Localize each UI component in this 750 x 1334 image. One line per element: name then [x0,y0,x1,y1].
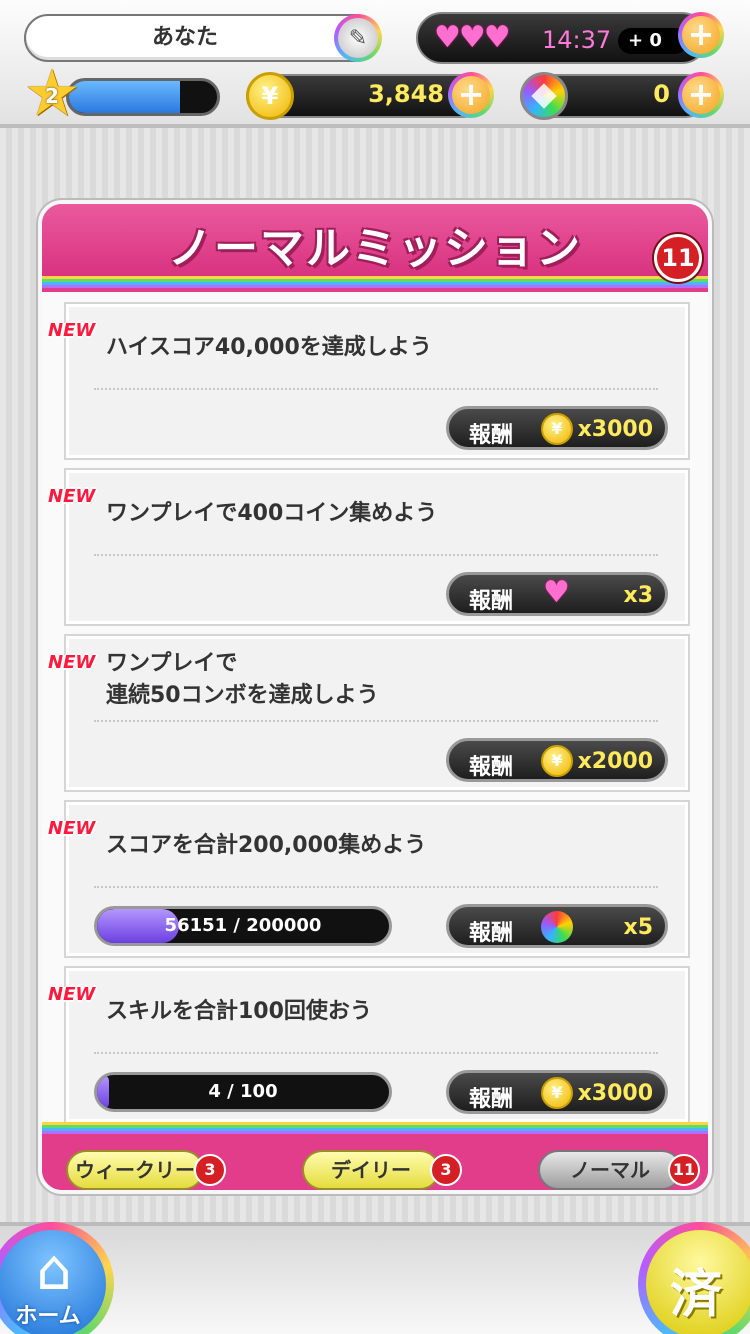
reward-label: 報酬 [469,921,514,946]
add-lives-button[interactable]: + [678,12,724,58]
tab-label: ノーマル [570,1158,650,1182]
top-status-bar: あなた ✎ ♥♥♥ 14:37 + 0 + ★ ★ 2 ¥ 3,848 + 0 … [0,0,750,128]
tab-weekly[interactable]: ウィークリー [66,1150,204,1190]
tab-label: ウィークリー [75,1158,195,1182]
claim-all-label: 済 [669,1265,722,1325]
xp-progress-fill [69,81,180,113]
gem-count: 0 [653,80,670,108]
mission-progress-bar: 4 / 100 [94,1072,392,1112]
mission-row[interactable]: NEW ワンプレイで 連続50コンボを達成しよう報酬 ¥ x2000 [48,634,690,792]
mission-divider [94,886,658,888]
reward-label: 報酬 [469,755,514,780]
mission-divider [94,388,658,390]
home-icon: ⌂ [36,1238,72,1303]
new-badge: NEW [48,652,96,673]
coin-icon: ¥ [541,745,573,777]
reward-quantity: x3000 [577,1081,653,1106]
reward-quantity: x2000 [577,749,653,774]
mission-progress-text: 4 / 100 [208,1081,278,1102]
plus-icon: + [682,76,720,114]
new-badge: NEW [48,818,96,839]
mission-divider [94,1052,658,1054]
coin-icon: ¥ [246,72,294,120]
panel-title: ノーマルミッション [168,223,582,274]
tab-daily-badge: 3 [430,1154,462,1186]
tab-label: デイリー [331,1158,411,1182]
mission-description: スコアを合計200,000集めよう [106,833,427,858]
reward-pill: 報酬 ♥ x3 [446,572,668,616]
tab-normal[interactable]: ノーマル [538,1150,682,1190]
player-level: 2 [45,84,59,108]
coin-icon: ¥ [541,1077,573,1109]
mission-panel: ノーマルミッション 11 NEW ハイスコア40,000を達成しよう 報酬 ¥ x300… [38,200,712,1194]
heart-icon: ♥ [543,575,570,610]
reward-pill: 報酬 x5 [446,904,668,948]
reward-quantity: x5 [623,915,654,940]
pencil-icon: ✎ [338,18,378,58]
gem-icon [541,911,573,943]
reward-pill: 報酬 ¥ x2000 [446,738,668,782]
mission-progress-text: 56151 / 200000 [164,915,322,936]
tab-daily[interactable]: デイリー [302,1150,440,1190]
add-coins-button[interactable]: + [448,72,494,118]
mission-description: ハイスコア40,000を達成しよう [106,335,432,360]
reward-quantity: x3 [623,583,654,608]
tab-normal-badge: 11 [668,1154,700,1186]
reward-label: 報酬 [469,1087,514,1112]
plus-icon: + [682,16,720,54]
mission-description: スキルを合計100回使おう [106,999,372,1024]
reward-label: 報酬 [469,423,514,448]
mission-count-badge: 11 [654,234,702,282]
new-badge: NEW [48,984,96,1005]
tab-weekly-badge: 3 [194,1154,226,1186]
panel-footer: ウィークリー 3 デイリー 3 ノーマル 11 [42,1122,708,1190]
reward-quantity: x3000 [577,417,653,442]
reward-pill: 報酬 ¥ x3000 [446,406,668,450]
mission-row[interactable]: NEW スコアを合計200,000集めよう 56151 / 200000 報酬 x5 [48,800,690,958]
edit-name-button[interactable]: ✎ [334,14,382,62]
reward-label: 報酬 [469,589,514,614]
reward-pill: 報酬 ¥ x3000 [446,1070,668,1114]
new-badge: NEW [48,486,96,507]
life-timer: 14:37 [542,26,612,54]
mission-row[interactable]: NEW スキルを合計100回使おう 4 / 100 報酬 ¥ x3000 [48,966,690,1122]
mission-description: ワンプレイで400コイン集めよう [106,501,438,526]
mission-list[interactable]: NEW ハイスコア40,000を達成しよう 報酬 ¥ x3000 NEW ワンプレイで400… [42,292,708,1122]
coin-count: 3,848 [368,80,444,108]
mission-description: ワンプレイで 連続50コンボを達成しよう [106,651,379,708]
rainbow-stripe [42,276,708,288]
plus-icon: + [452,76,490,114]
home-label: ホーム [15,1304,81,1329]
xp-progress-bar [66,78,220,116]
mission-divider [94,720,658,722]
mission-divider [94,554,658,556]
mission-row[interactable]: NEW ハイスコア40,000を達成しよう報酬 ¥ x3000 [48,302,690,460]
mission-row[interactable]: NEW ワンプレイで400コイン集めよう報酬 ♥ x3 [48,468,690,626]
mission-progress-bar: 56151 / 200000 [94,906,392,946]
player-name: あなた [151,25,218,50]
coin-icon: ¥ [541,413,573,445]
add-gems-button[interactable]: + [678,72,724,118]
gem-icon [520,72,568,120]
new-badge: NEW [48,320,96,341]
heart-icon: ♥♥♥ [434,20,511,55]
rainbow-stripe [42,1122,708,1134]
lives-display: ♥♥♥ 14:37 + 0 [416,12,708,64]
player-name-field[interactable]: あなた [24,14,380,62]
